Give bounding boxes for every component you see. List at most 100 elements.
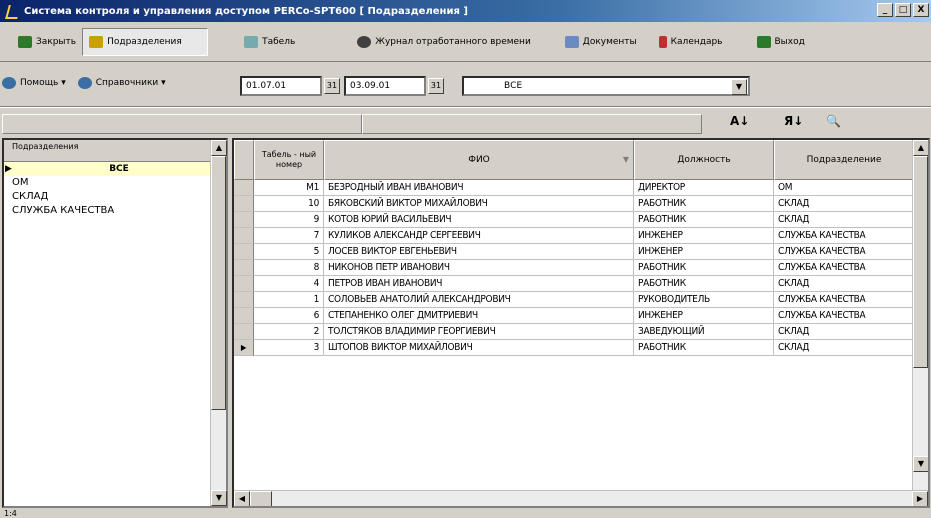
table-row[interactable]: 9 КОТОВ ЮРИЙ ВАСИЛЬЕВИЧ РАБОТНИК СКЛАД xyxy=(234,212,914,228)
row-indicator[interactable] xyxy=(234,196,254,212)
close-window-button[interactable]: X xyxy=(913,3,929,17)
scroll-up-icon[interactable]: ▲ xyxy=(913,140,928,156)
scroll-down-icon[interactable]: ▼ xyxy=(211,490,227,506)
table-row[interactable]: 6 СТЕПАНЕНКО ОЛЕГ ДМИТРИЕВИЧ ИНЖЕНЕР СЛУЖБА… xyxy=(234,308,914,324)
cell-fio[interactable]: ШТОПОВ ВИКТОР МИХАЙЛОВИЧ xyxy=(324,340,634,356)
calendar-button[interactable]: Календарь xyxy=(653,28,729,56)
cell-fio[interactable]: КОТОВ ЮРИЙ ВАСИЛЬЕВИЧ xyxy=(324,212,634,228)
cell-fio[interactable]: БЕЗРОДНЫЙ ИВАН ИВАНОВИЧ xyxy=(324,180,634,196)
maximize-button[interactable]: □ xyxy=(895,3,911,17)
cell-tabnum[interactable]: 9 xyxy=(254,212,324,228)
header-tabnum[interactable]: Табель - ный номер xyxy=(254,140,324,180)
table-row[interactable]: 4 ПЕТРОВ ИВАН ИВАНОВИЧ РАБОТНИК СКЛАД xyxy=(234,276,914,292)
close-button[interactable]: Закрыть xyxy=(12,28,82,56)
cell-fio[interactable]: ЛОСЕВ ВИКТОР ЕВГЕНЬЕВИЧ xyxy=(324,244,634,260)
cell-tabnum[interactable]: 8 xyxy=(254,260,324,276)
header-fio[interactable]: ФИО ▼ xyxy=(324,140,634,180)
cell-tabnum[interactable]: 1 xyxy=(254,292,324,308)
cell-department[interactable]: СКЛАД xyxy=(774,324,914,340)
cell-tabnum[interactable]: 10 xyxy=(254,196,324,212)
cell-position[interactable]: ИНЖЕНЕР xyxy=(634,244,774,260)
table-row[interactable]: 2 ТОЛСТЯКОВ ВЛАДИМИР ГЕОРГИЕВИЧ ЗАВЕДУЮЩИЙ… xyxy=(234,324,914,340)
cell-tabnum[interactable]: 7 xyxy=(254,228,324,244)
cell-fio[interactable]: БЯКОВСКИЙ ВИКТОР МИХАЙЛОВИЧ xyxy=(324,196,634,212)
cell-department[interactable]: СЛУЖБА КАЧЕСТВА xyxy=(774,260,914,276)
cell-fio[interactable]: СОЛОВЬЕВ АНАТОЛИЙ АЛЕКСАНДРОВИЧ xyxy=(324,292,634,308)
cell-fio[interactable]: КУЛИКОВ АЛЕКСАНДР СЕРГЕЕВИЧ xyxy=(324,228,634,244)
cell-tabnum[interactable]: 2 xyxy=(254,324,324,340)
row-indicator[interactable] xyxy=(234,292,254,308)
sort-desc-icon[interactable]: Я↓ xyxy=(784,114,803,128)
date-from-calendar-icon[interactable]: 31 xyxy=(324,78,340,94)
scroll-down-icon[interactable]: ▼ xyxy=(913,456,928,472)
grid-scrollbar[interactable]: ▲ ▼ xyxy=(912,140,928,492)
row-indicator[interactable] xyxy=(234,324,254,340)
cell-department[interactable]: СЛУЖБА КАЧЕСТВА xyxy=(774,244,914,260)
table-row[interactable]: М1 БЕЗРОДНЫЙ ИВАН ИВАНОВИЧ ДИРЕКТОР ОМ xyxy=(234,180,914,196)
cell-position[interactable]: ДИРЕКТОР xyxy=(634,180,774,196)
row-indicator[interactable] xyxy=(234,244,254,260)
cell-department[interactable]: СЛУЖБА КАЧЕСТВА xyxy=(774,308,914,324)
cell-department[interactable]: СКЛАД xyxy=(774,212,914,228)
cell-department[interactable]: СКЛАД xyxy=(774,196,914,212)
department-item[interactable]: ▶ ВСЕ xyxy=(4,162,226,176)
cell-fio[interactable]: ПЕТРОВ ИВАН ИВАНОВИЧ xyxy=(324,276,634,292)
sort-asc-icon[interactable]: А↓ xyxy=(730,114,749,128)
cell-department[interactable]: СЛУЖБА КАЧЕСТВА xyxy=(774,292,914,308)
timesheet-button[interactable]: Табель xyxy=(238,28,301,56)
binoculars-icon[interactable]: 🔍 xyxy=(826,114,841,128)
chevron-down-icon[interactable]: ▼ xyxy=(731,79,747,95)
scroll-left-icon[interactable]: ◀ xyxy=(234,491,250,506)
department-select[interactable]: ВСЕ ▼ xyxy=(462,76,750,96)
cell-position[interactable]: РУКОВОДИТЕЛЬ xyxy=(634,292,774,308)
cell-position[interactable]: ИНЖЕНЕР xyxy=(634,228,774,244)
scroll-thumb[interactable] xyxy=(211,156,226,410)
table-row[interactable]: 5 ЛОСЕВ ВИКТОР ЕВГЕНЬЕВИЧ ИНЖЕНЕР СЛУЖБА КА… xyxy=(234,244,914,260)
help-menu[interactable]: Помощь ▾ xyxy=(2,69,72,97)
cell-position[interactable]: РАБОТНИК xyxy=(634,340,774,356)
date-to-input[interactable]: 03.09.01 xyxy=(344,76,426,96)
cell-tabnum[interactable]: М1 xyxy=(254,180,324,196)
department-item[interactable]: СЛУЖБА КАЧЕСТВА xyxy=(4,204,226,218)
date-from-input[interactable]: 01.07.01 xyxy=(240,76,322,96)
cell-department[interactable]: СКЛАД xyxy=(774,340,914,356)
hscroll-thumb[interactable] xyxy=(250,491,272,506)
row-indicator[interactable]: ▶ xyxy=(234,340,254,356)
scroll-thumb[interactable] xyxy=(913,156,928,368)
cell-department[interactable]: СЛУЖБА КАЧЕСТВА xyxy=(774,228,914,244)
row-indicator[interactable] xyxy=(234,228,254,244)
cell-position[interactable]: ИНЖЕНЕР xyxy=(634,308,774,324)
scroll-right-icon[interactable]: ▶ xyxy=(912,491,928,506)
scroll-up-icon[interactable]: ▲ xyxy=(211,140,227,156)
departments-button[interactable]: Подразделения xyxy=(82,27,209,56)
date-to-calendar-icon[interactable]: 31 xyxy=(428,78,444,94)
grid-hscrollbar[interactable]: ◀ ▶ xyxy=(234,490,928,506)
cell-position[interactable]: РАБОТНИК xyxy=(634,212,774,228)
left-scrollbar[interactable]: ▲ ▼ xyxy=(210,140,227,506)
cell-tabnum[interactable]: 6 xyxy=(254,308,324,324)
cell-position[interactable]: РАБОТНИК xyxy=(634,260,774,276)
cell-position[interactable]: ЗАВЕДУЮЩИЙ xyxy=(634,324,774,340)
row-indicator[interactable] xyxy=(234,308,254,324)
worklog-button[interactable]: Журнал отработанного времени xyxy=(351,28,537,56)
cell-fio[interactable]: НИКОНОВ ПЕТР ИВАНОВИЧ xyxy=(324,260,634,276)
exit-button[interactable]: Выход xyxy=(751,28,811,56)
table-row[interactable]: 1 СОЛОВЬЕВ АНАТОЛИЙ АЛЕКСАНДРОВИЧ РУКОВОДИ… xyxy=(234,292,914,308)
cell-position[interactable]: РАБОТНИК xyxy=(634,276,774,292)
cell-tabnum[interactable]: 3 xyxy=(254,340,324,356)
header-department[interactable]: Подразделение xyxy=(774,140,914,180)
row-indicator[interactable] xyxy=(234,180,254,196)
header-position[interactable]: Должность xyxy=(634,140,774,180)
department-item[interactable]: ОМ xyxy=(4,176,226,190)
cell-tabnum[interactable]: 4 xyxy=(254,276,324,292)
cell-position[interactable]: РАБОТНИК xyxy=(634,196,774,212)
cell-department[interactable]: СКЛАД xyxy=(774,276,914,292)
row-indicator[interactable] xyxy=(234,212,254,228)
minimize-button[interactable]: _ xyxy=(877,3,893,17)
row-indicator[interactable] xyxy=(234,260,254,276)
table-row[interactable]: 10 БЯКОВСКИЙ ВИКТОР МИХАЙЛОВИЧ РАБОТНИК СКЛ… xyxy=(234,196,914,212)
reference-menu[interactable]: Справочники ▾ xyxy=(72,69,172,97)
table-row[interactable]: 7 КУЛИКОВ АЛЕКСАНДР СЕРГЕЕВИЧ ИНЖЕНЕР СЛУЖБ… xyxy=(234,228,914,244)
cell-fio[interactable]: ТОЛСТЯКОВ ВЛАДИМИР ГЕОРГИЕВИЧ xyxy=(324,324,634,340)
row-indicator[interactable] xyxy=(234,276,254,292)
